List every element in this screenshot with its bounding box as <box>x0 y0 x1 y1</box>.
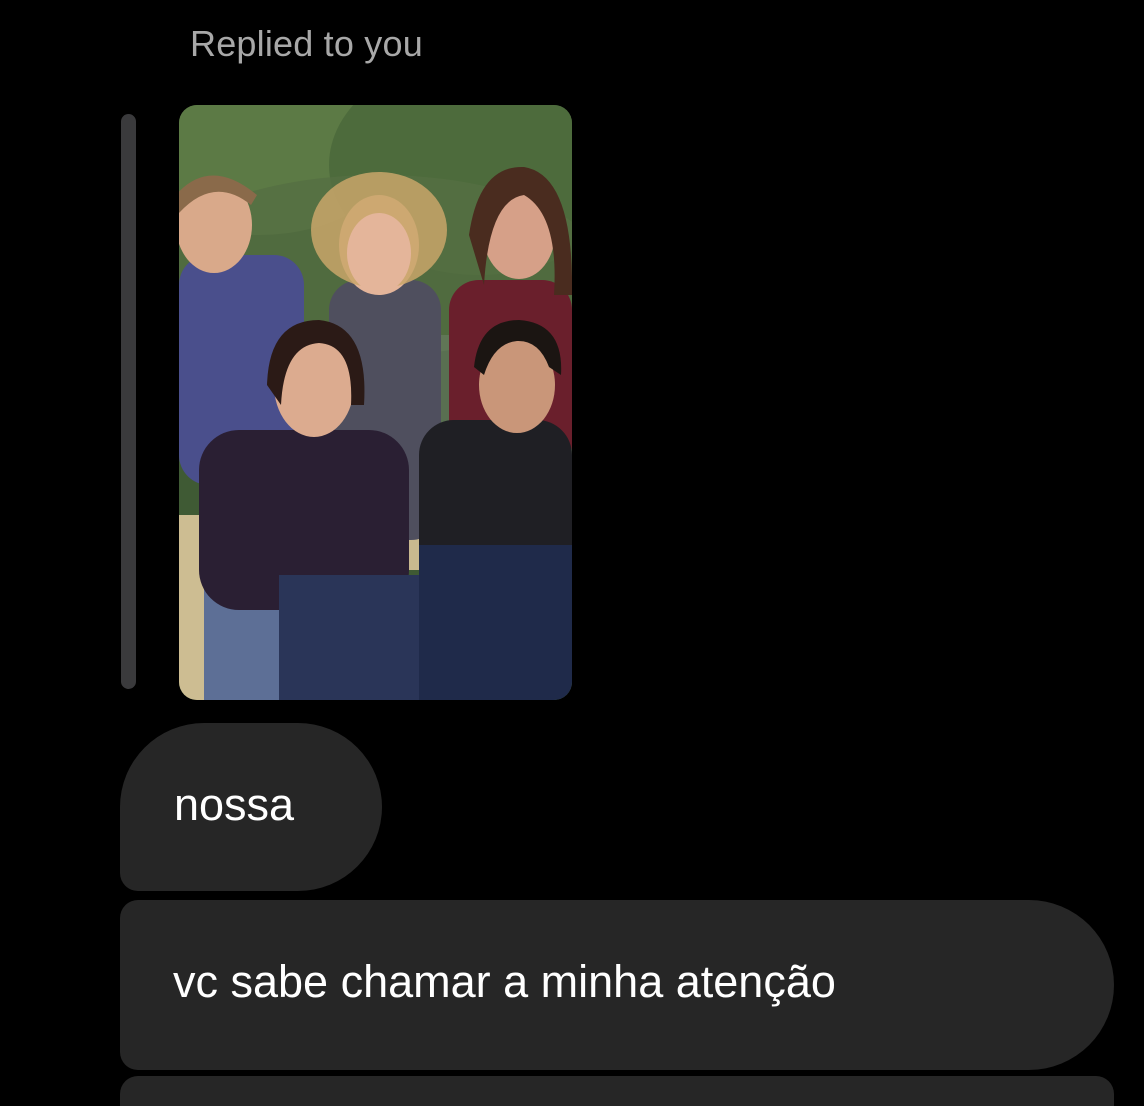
reply-indicator-bar <box>121 114 136 689</box>
message-text: nossa <box>174 779 295 830</box>
reply-label: Replied to you <box>190 23 423 64</box>
message-bubble[interactable]: vc sabe chamar a minha atenção <box>120 900 1114 1070</box>
message-bubble-partial <box>120 1076 1114 1106</box>
replied-photo[interactable] <box>179 105 572 700</box>
message-bubble[interactable]: nossa <box>120 723 382 891</box>
group-photo-icon <box>179 105 572 700</box>
message-text: vc sabe chamar a minha atenção <box>173 956 836 1007</box>
